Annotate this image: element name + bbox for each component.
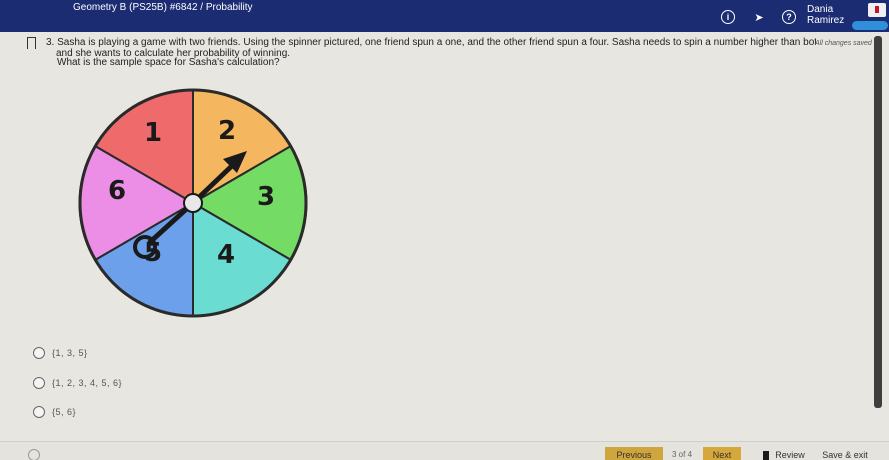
status-toggle[interactable] [852, 21, 888, 30]
radio-button[interactable] [33, 406, 45, 418]
spinner-label-1: 1 [144, 118, 162, 148]
answer-option-3[interactable]: {5, 6} [33, 406, 76, 418]
info-icon[interactable]: i [721, 10, 735, 24]
answer-option-1[interactable]: {1, 3, 5} [33, 347, 88, 359]
course-title: Geometry B (PS25B) #6842 / Probability [73, 2, 253, 13]
spinner-image: 1 2 3 4 5 6 [78, 88, 308, 318]
battery-icon [868, 3, 886, 17]
review-label: Review [775, 450, 805, 460]
save-status: All changes saved [815, 40, 872, 47]
previous-button[interactable]: Previous [605, 447, 663, 460]
answer-option-label: {1, 3, 5} [52, 348, 88, 358]
spinner-label-6: 6 [108, 176, 126, 206]
radio-button[interactable] [33, 347, 45, 359]
answer-option-label: {1, 2, 3, 4, 5, 6} [52, 378, 123, 388]
user-name[interactable]: Dania Ramirez [807, 4, 844, 26]
radio-button[interactable] [33, 377, 45, 389]
page-counter: 3 of 4 [672, 450, 693, 459]
question-text: 3. Sasha is playing a game with two frie… [46, 37, 871, 59]
spinner-label-4: 4 [217, 240, 235, 270]
scrollbar[interactable] [874, 36, 882, 408]
flag-icon [763, 450, 770, 460]
circle-icon[interactable] [28, 449, 40, 460]
bookmark-icon[interactable] [27, 37, 36, 49]
pin-icon[interactable]: ➤ [752, 10, 766, 24]
question-prompt: What is the sample space for Sasha's cal… [57, 57, 280, 68]
question-line-1: 3. Sasha is playing a game with two frie… [46, 37, 816, 48]
user-first-name: Dania [807, 4, 834, 15]
answer-option-2[interactable]: {1, 2, 3, 4, 5, 6} [33, 377, 122, 389]
answer-option-label: {5, 6} [52, 407, 77, 417]
top-bar: Geometry B (PS25B) #6842 / Probability i… [0, 0, 889, 32]
spinner-label-2: 2 [218, 116, 236, 146]
save-exit-button[interactable]: Save & exit [815, 447, 875, 460]
help-icon[interactable]: ? [782, 10, 796, 24]
user-last-name: Ramirez [807, 15, 845, 26]
spinner-label-3: 3 [257, 182, 275, 212]
next-button[interactable]: Next [703, 447, 741, 460]
review-button[interactable]: Review [758, 447, 810, 460]
footer-bar: Previous 3 of 4 Next Review Save & exit [0, 441, 889, 460]
